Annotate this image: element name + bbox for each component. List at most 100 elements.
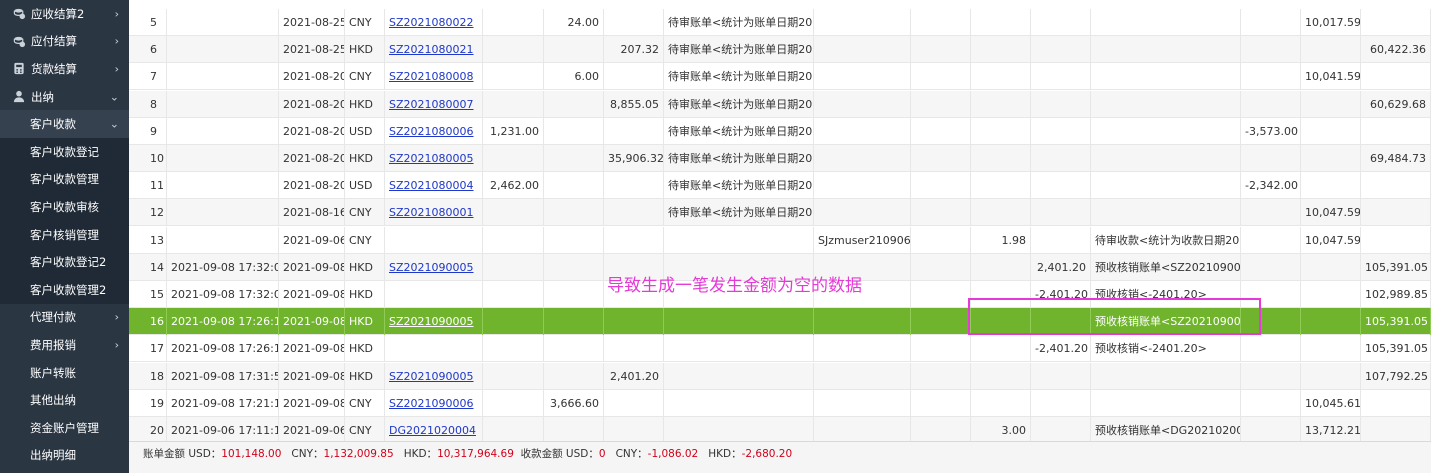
bill-link[interactable]: SZ2021080007 [389, 98, 474, 111]
sidebar-item-label: 客户收款管理 [30, 172, 99, 187]
sidebar-item-0[interactable]: 应收结算2 › [0, 0, 129, 28]
cell-c16: 102,989.85 [1361, 281, 1431, 308]
cell-bill: SZ2021090005 [385, 362, 483, 390]
cell-c11 [971, 389, 1031, 417]
sidebar-item-label: 费用报销 [30, 337, 76, 352]
table-row[interactable]: 11 2021-08-20 USD SZ2021080004 2,462.00 待审账单<… [129, 172, 1431, 200]
table-row[interactable]: 7 2021-08-20 CNY SZ2021080008 6.00 待审账单<统计为账单… [129, 63, 1431, 91]
table-row[interactable]: 12 2021-08-16 CNY SZ2021080001 待审账单<统计为账单日期2… [129, 199, 1431, 227]
cell-c11 [971, 117, 1031, 145]
sidebar-item-1[interactable]: 应付结算 › [0, 28, 129, 56]
sidebar-item-8[interactable]: 客户核销管理 [0, 220, 129, 249]
cell-date: 2021-09-08 [279, 253, 345, 281]
cell-user [814, 90, 911, 118]
table-row[interactable]: 9 2021-08-20 USD SZ2021080006 1,231.00 待审账单<统… [129, 117, 1431, 145]
cell-usd [483, 90, 544, 118]
table-row[interactable]: 8 2021-08-20 HKD SZ2021080007 8,855.05 待审账单<统… [129, 90, 1431, 118]
cell-memo2 [1091, 36, 1241, 64]
table-row[interactable]: 5 2021-08-25 CNY SZ2021080022 24.00 待审账单<统计为账… [129, 9, 1431, 36]
cell-c14 [1241, 389, 1301, 417]
table-row[interactable]: 19 2021-09-08 17:21:16 2021-09-08 CNY SZ2021… [129, 389, 1431, 417]
bill-link[interactable]: SZ2021080006 [389, 125, 474, 138]
cell-date: 2021-08-16 [279, 199, 345, 227]
cell-date: 2021-08-20 [279, 117, 345, 145]
cell-c16: 69,484.73 [1361, 145, 1431, 172]
bill-link[interactable]: DG2021020004 [389, 424, 476, 437]
summary-rcv-cny: -1,086.02 [647, 448, 699, 460]
cell-cny [544, 199, 604, 227]
chevron-right-icon: › [114, 34, 119, 48]
sidebar-item-6[interactable]: 客户收款管理 [0, 165, 129, 194]
bill-link[interactable]: SZ2021090005 [389, 261, 474, 274]
table-row[interactable]: 10 2021-08-20 HKD SZ2021080005 35,906.32 待审账单… [129, 145, 1431, 172]
bill-link[interactable]: SZ2021080005 [389, 152, 474, 165]
sidebar-item-7[interactable]: 客户收款审核 [0, 193, 129, 221]
cell-cny: 6.00 [544, 63, 604, 91]
sidebar-item-13[interactable]: 账户转账 [0, 359, 129, 387]
cell-cny [544, 226, 604, 254]
cell-memo [664, 362, 814, 390]
cell-c10 [911, 36, 971, 64]
summary-hkd-label: HKD： [403, 448, 438, 460]
cell-cny: 24.00 [544, 9, 604, 36]
cell-c16 [1361, 226, 1431, 254]
cell-c12 [1031, 145, 1091, 172]
cell-bill: SZ2021080006 [385, 117, 483, 145]
cell-cur: CNY [345, 226, 385, 254]
cell-c10 [911, 199, 971, 227]
cell-c15 [1301, 117, 1361, 145]
cell-c14 [1241, 36, 1301, 64]
cell-memo2 [1091, 389, 1241, 417]
cell-user [814, 145, 911, 172]
cell-c11 [971, 253, 1031, 281]
sidebar-item-4[interactable]: 客户收款 ⌄ [0, 110, 129, 138]
calculator-icon [12, 62, 26, 76]
bill-link[interactable]: SZ2021090006 [389, 397, 474, 410]
cell-c14 [1241, 90, 1301, 118]
sidebar-item-16[interactable]: 出纳明细 [0, 442, 129, 470]
bill-link[interactable]: SZ2021080001 [389, 206, 474, 219]
sidebar-item-14[interactable]: 其他出纳 [0, 386, 129, 414]
table-row[interactable]: 20 2021-09-06 17:11:13 2021-09-06 CNY DG2021… [129, 417, 1431, 441]
cell-c16 [1361, 199, 1431, 227]
cell-usd: 2,462.00 [483, 172, 544, 200]
table-row[interactable]: 17 2021-09-08 17:26:19 2021-09-08 HKD -2,401… [129, 335, 1431, 363]
cell-c12: 2,401.20 [1031, 253, 1091, 281]
cell-c15 [1301, 90, 1361, 118]
cell-time [167, 145, 279, 172]
sidebar-item-2[interactable]: 货款结算 › [0, 55, 129, 83]
cell-usd [483, 281, 544, 308]
coins-icon [12, 34, 26, 48]
cell-cny [544, 90, 604, 118]
cell-c11 [971, 199, 1031, 227]
cell-hkd: 2,401.20 [604, 362, 664, 390]
cell-c12 [1031, 417, 1091, 441]
table-row[interactable]: 13 2021-09-06CNY SJzmuser210906003 1.98 待审收款… [129, 226, 1431, 254]
sidebar-item-10[interactable]: 客户收款管理2 [0, 275, 129, 304]
bill-link[interactable]: SZ2021080022 [389, 16, 474, 29]
sidebar-item-5[interactable]: 客户收款登记 [0, 137, 129, 166]
table-row[interactable]: 18 2021-09-08 17:31:54 2021-09-08 HKD SZ2021… [129, 362, 1431, 390]
sidebar: 应收结算2 › 应付结算 › 货款结算 › 出纳 ⌄ 客户收款 ⌄ 客户收款登记 客户收款管理客户收款… [0, 0, 129, 473]
cell-user [814, 335, 911, 363]
bill-link[interactable]: SZ2021090005 [389, 315, 474, 328]
cell-c12 [1031, 172, 1091, 200]
cell-hkd: 35,906.32 [604, 145, 664, 172]
bill-link[interactable]: SZ2021080008 [389, 70, 474, 83]
bill-link[interactable]: SZ2021080004 [389, 179, 474, 192]
cell-memo: 待审账单<统计为账单日期2021-0 [664, 63, 814, 91]
cell-c15 [1301, 253, 1361, 281]
bill-link[interactable]: SZ2021090005 [389, 370, 474, 383]
table-row[interactable]: 6 2021-08-25 HKD SZ2021080021 207.32 待审账单<统计为… [129, 36, 1431, 64]
sidebar-item-9[interactable]: 客户收款登记2 [0, 248, 129, 276]
summary-hkd: 10,317,964.69 [437, 448, 514, 460]
bill-link[interactable]: SZ2021080021 [389, 43, 474, 56]
cell-c15 [1301, 308, 1361, 336]
sidebar-item-11[interactable]: 代理付款 › [0, 304, 129, 332]
sidebar-item-3[interactable]: 出纳 ⌄ [0, 83, 129, 111]
sidebar-item-12[interactable]: 费用报销 › [0, 331, 129, 359]
cell-memo2: 预收核销账单<DG2021020004> [1091, 417, 1241, 441]
sidebar-item-label: 客户收款登记 [30, 144, 99, 159]
sidebar-item-15[interactable]: 资金账户管理 [0, 414, 129, 442]
cell-hkd [604, 226, 664, 254]
